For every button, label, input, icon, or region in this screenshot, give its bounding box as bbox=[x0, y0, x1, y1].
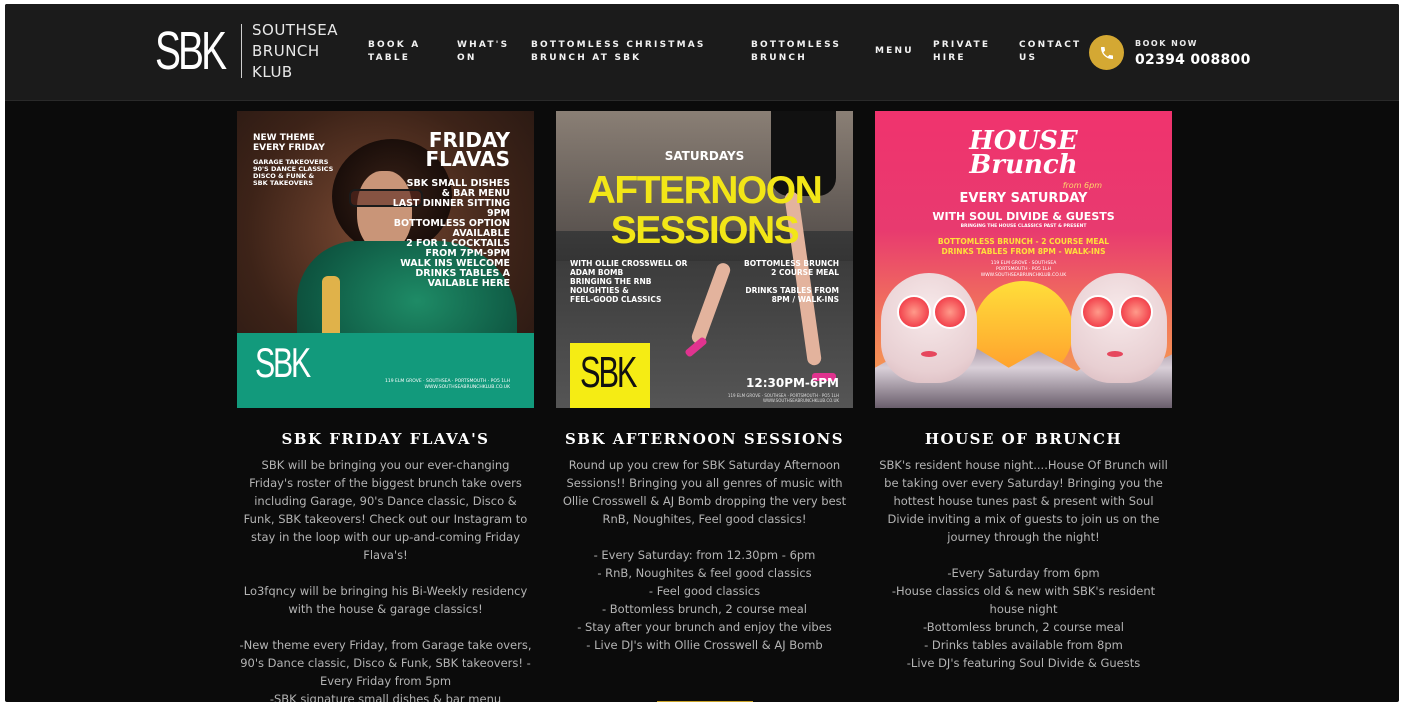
poster-left-text: WITH OLLIE CROSSWELL OR ADAM BOMB BRINGI… bbox=[570, 259, 688, 304]
event-card-house-of-brunch: HOUSE Brunch from 6pm EVERY SATURDAY WIT… bbox=[875, 111, 1172, 672]
nav-label: ON bbox=[457, 53, 477, 63]
poster-time: 12:30PM-6PM bbox=[746, 376, 839, 390]
poster-bringing-text: BRINGING THE HOUSE CLASSICS PAST & PRESE… bbox=[960, 224, 1087, 229]
house-of-brunch-poster[interactable]: HOUSE Brunch from 6pm EVERY SATURDAY WIT… bbox=[875, 111, 1172, 408]
browser-viewport: SBK SOUTHSEA BRUNCH KLUB BOOK A TABLE WH… bbox=[5, 4, 1399, 702]
nav-contact-us[interactable]: CONTACT US bbox=[1019, 39, 1081, 65]
nav-label: BRUNCH bbox=[751, 53, 807, 63]
nav-label: CONTACT bbox=[1019, 40, 1082, 50]
poster-grapefruit-lens bbox=[897, 295, 931, 329]
card-title: SBK FRIDAY FLAVA'S bbox=[281, 430, 490, 448]
poster-with-guests: WITH SOUL DIVIDE & GUESTS bbox=[932, 210, 1115, 223]
nav-menu[interactable]: MENU bbox=[875, 45, 914, 58]
card-title: HOUSE OF BRUNCH bbox=[924, 430, 1123, 448]
friday-flavas-poster[interactable]: SBK NEW THEME EVERY FRIDAY GARAGE TAKEOV… bbox=[237, 111, 534, 408]
nav-bottomless-brunch[interactable]: BOTTOMLESS BRUNCH bbox=[751, 39, 841, 65]
poster-sbk-logo: SBK bbox=[580, 348, 637, 397]
logo-text: SOUTHSEA BRUNCH KLUB bbox=[252, 20, 338, 83]
afternoon-sessions-poster[interactable]: SATURDAYS AFTERNOON SESSIONS WITH OLLIE … bbox=[556, 111, 853, 408]
poster-headline: AFTERNOON SESSIONS bbox=[587, 169, 823, 252]
logo-divider bbox=[241, 24, 242, 78]
nav-label: HIRE bbox=[933, 53, 966, 63]
poster-offer-text: BOTTOMLESS BRUNCH - 2 COURSE MEAL DRINKS… bbox=[937, 237, 1110, 256]
poster-grapefruit-lens bbox=[1119, 295, 1153, 329]
poster-grapefruit-lens bbox=[933, 295, 967, 329]
poster-details: SBK SMALL DISHES & BAR MENU LAST DINNER … bbox=[392, 178, 510, 289]
nav-label: TABLE bbox=[368, 53, 411, 63]
poster-from-time: from 6pm bbox=[1062, 181, 1102, 190]
card-title: SBK AFTERNOON SESSIONS bbox=[564, 430, 845, 448]
logo-line: SOUTHSEA bbox=[252, 20, 339, 39]
poster-grapefruit-lens bbox=[1081, 295, 1115, 329]
poster-headline: HOUSE Brunch bbox=[969, 126, 1078, 180]
card-description: Round up you crew for SBK Saturday After… bbox=[562, 458, 847, 652]
poster-sbk-logo: SBK bbox=[255, 339, 311, 386]
poster-theme-text: NEW THEME EVERY FRIDAY bbox=[253, 133, 325, 153]
event-card-friday-flavas: SBK NEW THEME EVERY FRIDAY GARAGE TAKEOV… bbox=[237, 111, 534, 702]
phone-button[interactable] bbox=[1089, 35, 1124, 70]
nav-label: WHAT'S bbox=[457, 40, 510, 50]
nav-label: PRIVATE bbox=[933, 40, 991, 50]
site-logo[interactable]: SBK SOUTHSEA BRUNCH KLUB bbox=[155, 18, 338, 84]
poster-address: 119 ELM GROVE · SOUTHSEA · PORTSMOUTH · … bbox=[727, 393, 839, 403]
site-header: SBK SOUTHSEA BRUNCH KLUB BOOK A TABLE WH… bbox=[5, 4, 1399, 101]
poster-day: SATURDAYS bbox=[664, 149, 745, 163]
card-description: SBK will be bringing you our ever-changi… bbox=[239, 458, 532, 702]
nav-label: BOOK A bbox=[368, 40, 421, 50]
poster-lips bbox=[921, 351, 937, 357]
poster-headline: FRIDAY FLAVAS bbox=[425, 128, 510, 171]
poster-every-saturday: EVERY SATURDAY bbox=[959, 191, 1088, 206]
poster-figure-right bbox=[1071, 273, 1167, 383]
nav-label: US bbox=[1019, 53, 1038, 63]
event-card-afternoon-sessions: SATURDAYS AFTERNOON SESSIONS WITH OLLIE … bbox=[556, 111, 853, 654]
nav-label: BOTTOMLESS CHRISTMAS bbox=[531, 40, 706, 50]
poster-address: 119 ELM GROVE · SOUTHSEA PORTSMOUTH · PO… bbox=[980, 261, 1067, 278]
nav-label: BOTTOMLESS bbox=[751, 40, 842, 50]
nav-private-hire[interactable]: PRIVATE HIRE bbox=[933, 39, 990, 65]
nav-label: BRUNCH AT SBK bbox=[531, 53, 642, 63]
nav-label: MENU bbox=[875, 46, 914, 56]
logo-line: BRUNCH bbox=[252, 41, 320, 60]
nav-whats-on[interactable]: WHAT'S ON bbox=[457, 39, 509, 65]
nav-book-a-table[interactable]: BOOK A TABLE bbox=[368, 39, 420, 65]
poster-lips bbox=[1107, 351, 1123, 357]
nav-bottomless-christmas[interactable]: BOTTOMLESS CHRISTMAS BRUNCH AT SBK bbox=[531, 39, 706, 65]
phone-number-link[interactable]: 02394 008800 bbox=[1135, 52, 1251, 68]
logo-line: KLUB bbox=[252, 62, 293, 81]
card-description: SBK's resident house night....House Of B… bbox=[879, 458, 1168, 670]
poster-address: 119 ELM GROVE · SOUTHSEA · PORTSMOUTH · … bbox=[385, 379, 510, 390]
poster-figure-left bbox=[881, 273, 977, 383]
poster-right-text: BOTTOMLESS BRUNCH 2 COURSE MEAL DRINKS T… bbox=[744, 259, 839, 304]
logo-mark: SBK bbox=[155, 21, 227, 81]
book-now-label: BOOK NOW bbox=[1135, 39, 1199, 48]
partial-gold-button[interactable] bbox=[657, 701, 753, 702]
poster-genres-text: GARAGE TAKEOVERS 90'S DANCE CLASSICS DIS… bbox=[253, 158, 334, 187]
phone-icon bbox=[1100, 46, 1113, 59]
